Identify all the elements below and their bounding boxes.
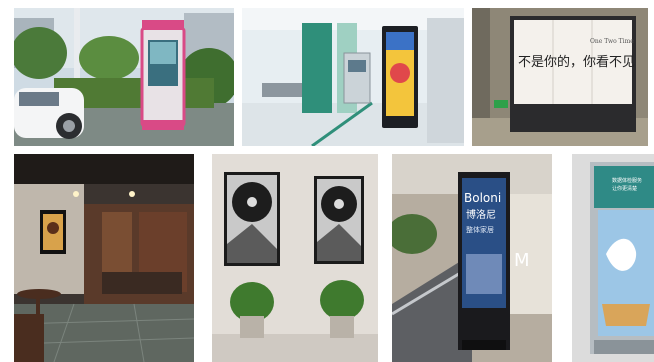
kiosk-brand-cn: 博洛尼 xyxy=(466,208,496,221)
photo-cafe-interior xyxy=(14,154,194,362)
kiosk-sub-cn: 整体家居 xyxy=(466,225,494,234)
photo-collage: { "tiles": { "videowall": { "sign_text":… xyxy=(0,0,654,362)
store-letter-sign: M xyxy=(514,250,530,271)
kiosk-brand-name: Boloni xyxy=(464,191,501,205)
photo-bank-lobby xyxy=(242,8,464,146)
video-wall-slogan: 不是你的，你看不见 xyxy=(518,54,635,70)
photo-wall-posters xyxy=(212,154,378,362)
kiosk-header-line1: 数据体检服务 xyxy=(612,177,642,184)
photo-standalone-kiosk: 数据体检服务 让你更清楚 xyxy=(572,154,654,362)
photo-video-wall: 不是你的，你看不见 One Two Time xyxy=(472,8,648,146)
photo-mall-kiosk: Boloni 博洛尼 整体家居 M xyxy=(392,154,552,362)
photo-outdoor-kiosk xyxy=(14,8,234,146)
video-wall-small-caption: One Two Time xyxy=(590,38,634,45)
kiosk-header-line2: 让你更清楚 xyxy=(612,185,637,192)
